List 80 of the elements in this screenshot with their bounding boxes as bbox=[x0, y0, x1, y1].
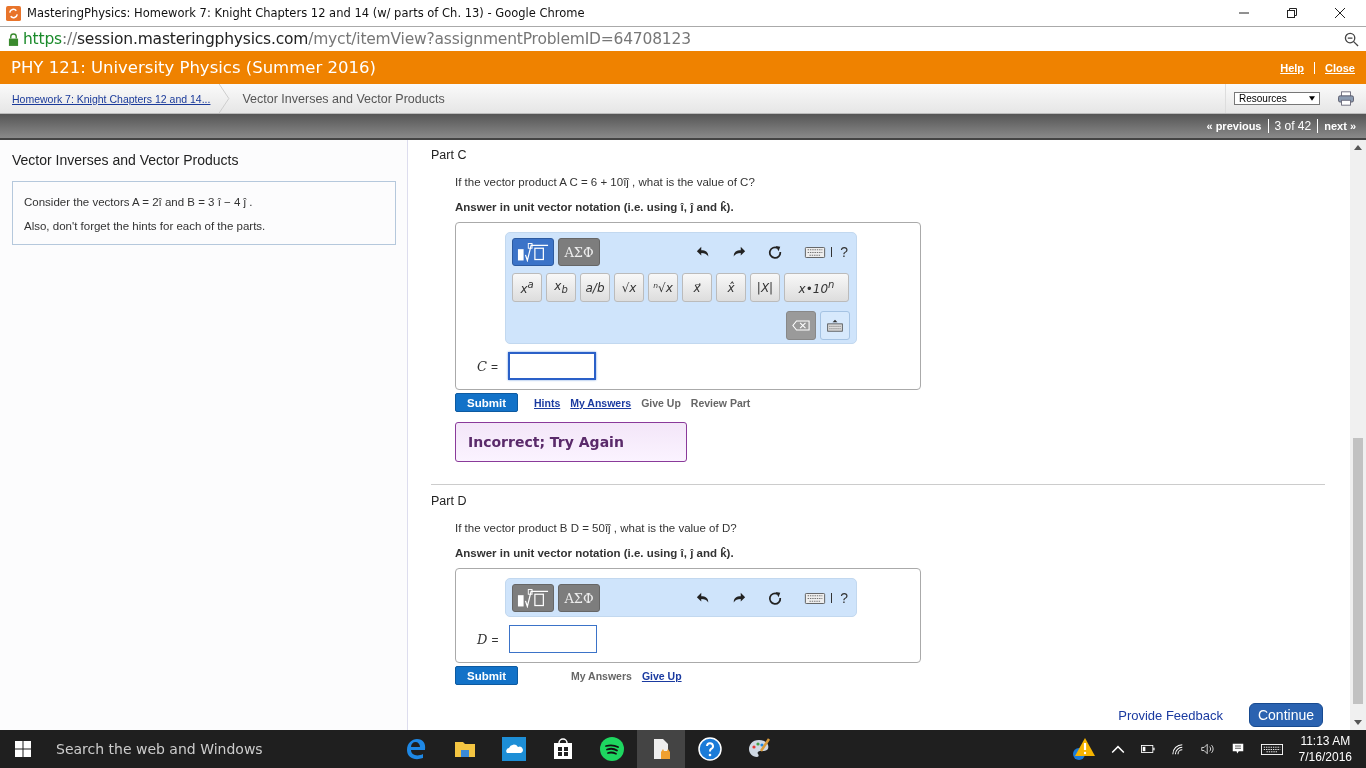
window-title: MasteringPhysics: Homework 7: Knight Chapters 12 and 14 (w/ parts of Ch. 13) - Google Chrome bbox=[27, 6, 585, 20]
scroll-up-icon[interactable] bbox=[1354, 145, 1362, 150]
store-bag-icon[interactable] bbox=[551, 737, 575, 761]
cloud-icon[interactable] bbox=[502, 737, 526, 761]
scrollbar[interactable] bbox=[1350, 140, 1366, 730]
help-app-icon[interactable] bbox=[698, 737, 722, 761]
printer-icon[interactable] bbox=[1338, 91, 1354, 106]
clock-date[interactable]: 7/16/2016 bbox=[1298, 749, 1352, 765]
question-text: If the vector product B D = 50îĵ , what is the value of D? bbox=[455, 522, 738, 534]
action-text[interactable]: Give Up bbox=[641, 396, 681, 409]
template-mode-button[interactable] bbox=[512, 584, 554, 612]
symbols-mode-button[interactable]: ΑΣΦ bbox=[558, 584, 600, 612]
math-key[interactable]: x$^{a}$ bbox=[512, 273, 542, 302]
question-text: If the vector product A C = 6 + 10îĵ , what is the value of C? bbox=[455, 176, 756, 188]
template-mode-button[interactable] bbox=[512, 238, 554, 266]
dropdown-arrow-icon bbox=[1309, 96, 1315, 101]
zoom-out-icon[interactable] bbox=[1344, 31, 1359, 47]
wifi-icon[interactable] bbox=[1170, 743, 1185, 755]
lock-icon bbox=[8, 32, 19, 46]
backspace-icon bbox=[792, 319, 810, 332]
next-link[interactable]: next » bbox=[1324, 120, 1356, 132]
action-link[interactable]: Hints bbox=[534, 396, 561, 409]
math-key[interactable]: a/b bbox=[580, 273, 610, 302]
app-icon bbox=[6, 5, 21, 21]
scroll-down-icon[interactable] bbox=[1354, 720, 1362, 725]
answer-input[interactable] bbox=[508, 625, 597, 653]
caret-up-icon[interactable] bbox=[1110, 743, 1125, 755]
course-title: PHY 121: University Physics (Summer 2016) bbox=[11, 58, 376, 77]
help-button[interactable]: ? bbox=[840, 590, 848, 606]
math-key[interactable]: x⃗ bbox=[682, 273, 712, 302]
reset-icon[interactable] bbox=[768, 245, 783, 259]
battery-icon[interactable] bbox=[1140, 743, 1155, 755]
breadcrumb-current: Vector Inverses and Vector Products bbox=[242, 91, 445, 106]
reset-icon[interactable] bbox=[768, 591, 783, 605]
symbols-mode-button[interactable]: ΑΣΦ bbox=[558, 238, 600, 266]
math-key[interactable]: x̂ bbox=[716, 273, 746, 302]
answer-label: D = bbox=[477, 631, 499, 647]
instruction-text: Answer in unit vector notation (i.e. using î, ĵ and k̂). bbox=[455, 201, 735, 213]
url-field[interactable]: https://session.masteringphysics.com/myct/itemView?assignmentProblemID=64708123 bbox=[23, 30, 691, 48]
warning-icon[interactable] bbox=[1070, 737, 1095, 761]
keyboard-icon bbox=[826, 319, 844, 332]
previous-link[interactable]: « previous bbox=[1206, 120, 1262, 132]
answer-label: C = bbox=[477, 358, 499, 374]
math-key[interactable]: x$_{b}$ bbox=[546, 273, 576, 302]
math-key[interactable]: x•10$^{n}$ bbox=[784, 273, 849, 302]
music-app-icon[interactable] bbox=[600, 737, 624, 761]
close-icon[interactable] bbox=[1334, 7, 1346, 19]
restore-icon[interactable] bbox=[1286, 7, 1298, 19]
breadcrumb-separator-icon bbox=[218, 84, 231, 113]
browser-e-icon[interactable] bbox=[404, 737, 428, 761]
volume-icon[interactable] bbox=[1200, 743, 1215, 755]
part-title: Part D bbox=[431, 494, 468, 508]
sidebar-title: Vector Inverses and Vector Products bbox=[12, 152, 240, 168]
intro-text: Consider the vectors A = 2î and B = 3 î − 4 ĵ . bbox=[24, 196, 254, 208]
notification-icon[interactable] bbox=[1230, 743, 1245, 755]
action-text[interactable]: Review Part bbox=[690, 396, 751, 409]
backspace-button[interactable] bbox=[786, 311, 816, 340]
math-key[interactable]: ⁿ√x bbox=[648, 273, 678, 302]
math-key[interactable]: |X| bbox=[750, 273, 780, 302]
page-position: 3 of 42 bbox=[1274, 119, 1312, 133]
answer-input[interactable] bbox=[508, 352, 597, 380]
clock-time[interactable]: 11:13 AM bbox=[1300, 733, 1351, 749]
taskbar-search-field[interactable]: Search the web and Windows bbox=[56, 741, 404, 757]
instruction-text: Answer in unit vector notation (i.e. using î, ĵ and k̂). bbox=[455, 547, 735, 559]
action-link[interactable]: Give Up bbox=[641, 669, 682, 682]
action-link[interactable]: My Answers bbox=[570, 396, 632, 409]
intro-text: Also, don't forget the hints for each of the parts. bbox=[24, 220, 267, 232]
continue-button[interactable]: Continue bbox=[1249, 703, 1323, 727]
windows-start-icon[interactable] bbox=[15, 741, 31, 757]
keyboard-toggle-button[interactable] bbox=[820, 311, 850, 340]
submit-button[interactable]: Submit bbox=[455, 393, 518, 412]
submit-button[interactable]: Submit bbox=[455, 666, 518, 685]
part-title: Part C bbox=[431, 148, 468, 162]
resources-dropdown[interactable]: Resources bbox=[1234, 92, 1320, 105]
feedback-message: Incorrect; Try Again bbox=[455, 422, 687, 462]
feedback-link[interactable]: Provide Feedback bbox=[1118, 707, 1223, 723]
action-text[interactable]: My Answers bbox=[571, 669, 632, 682]
breadcrumb-link[interactable]: Homework 7: Knight Chapters 12 and 14... bbox=[12, 92, 211, 105]
help-button[interactable]: ? bbox=[840, 244, 848, 260]
math-key[interactable]: √x bbox=[614, 273, 644, 302]
